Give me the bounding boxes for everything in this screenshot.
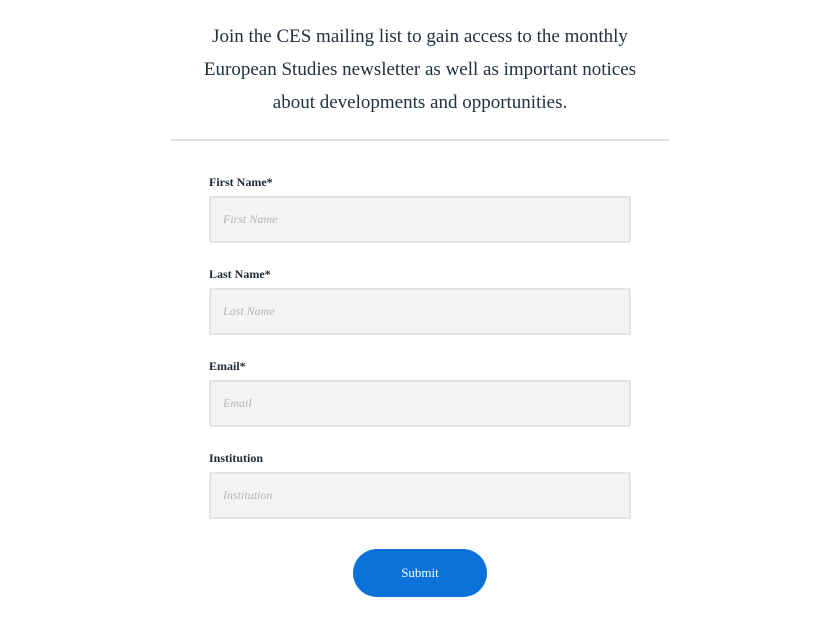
email-field-group: Email* bbox=[209, 359, 631, 427]
intro-line-2: European Studies newsletter as well as i… bbox=[203, 59, 637, 80]
intro-line-1: Join the CES mailing list to gain access… bbox=[212, 26, 628, 47]
section-divider bbox=[170, 139, 670, 141]
submit-container: Submit bbox=[353, 549, 487, 597]
first-name-label: First Name* bbox=[209, 175, 273, 189]
last-name-label: Last Name* bbox=[209, 267, 271, 281]
institution-input[interactable] bbox=[209, 472, 631, 519]
intro-line-3: about developments and opportunities. bbox=[272, 92, 568, 113]
email-input[interactable] bbox=[209, 380, 631, 427]
email-label: Email* bbox=[209, 359, 246, 373]
first-name-field-group: First Name* bbox=[209, 175, 631, 243]
intro-text: Join the CES mailing list to gain access… bbox=[170, 20, 670, 119]
institution-label: Institution bbox=[209, 451, 264, 465]
institution-field-group: Institution bbox=[209, 451, 631, 519]
first-name-input[interactable] bbox=[209, 196, 631, 243]
submit-button[interactable]: Submit bbox=[353, 549, 487, 597]
mailing-list-form: First Name* Last Name* Email* Institutio… bbox=[209, 175, 631, 543]
last-name-field-group: Last Name* bbox=[209, 267, 631, 335]
last-name-input[interactable] bbox=[209, 288, 631, 335]
